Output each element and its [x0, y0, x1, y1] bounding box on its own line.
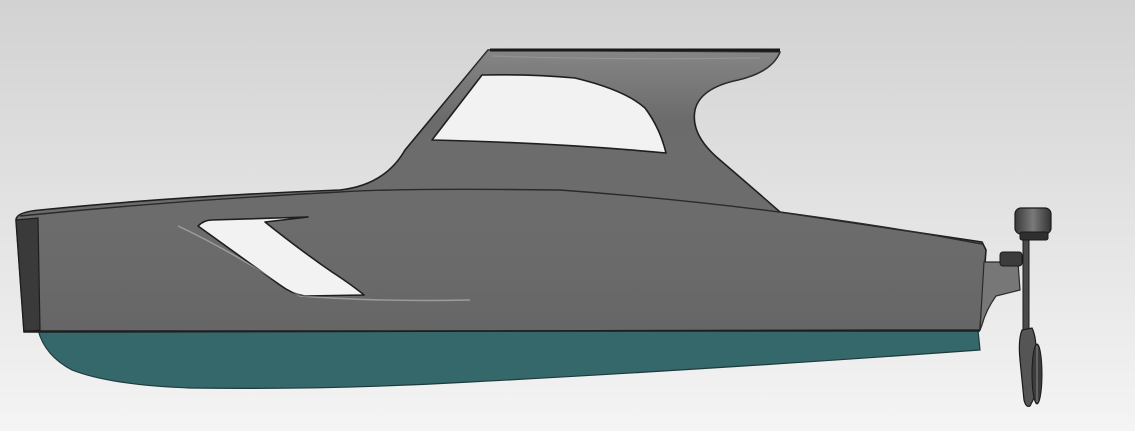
bracket-clamp	[999, 251, 1023, 267]
motor-shaft	[1022, 239, 1030, 337]
motor-cowling	[1014, 207, 1052, 235]
cad-viewport[interactable]	[0, 0, 1135, 431]
boat-model-view[interactable]	[0, 0, 1135, 431]
motor-cowling-base	[1019, 231, 1049, 241]
